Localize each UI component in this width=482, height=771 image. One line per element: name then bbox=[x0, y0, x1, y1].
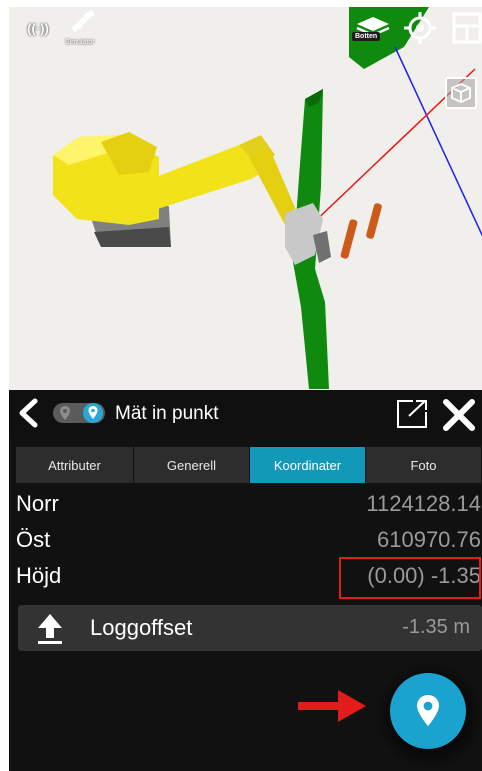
simulator-label: Simulator bbox=[65, 39, 95, 46]
toggle-knob bbox=[83, 403, 103, 423]
east-label: Öst bbox=[16, 527, 51, 552]
red-arrow-annotation bbox=[298, 690, 366, 722]
app-screen: ((·)) Simulator Botten Mät in punkt Attr… bbox=[9, 7, 482, 771]
open-external-icon bbox=[397, 400, 427, 428]
close-icon bbox=[443, 399, 475, 431]
logoffset-row[interactable]: Loggoffset -1.35 m bbox=[18, 605, 482, 651]
measure-point-button[interactable] bbox=[390, 673, 466, 749]
panel-header: Mät in punkt bbox=[9, 390, 482, 436]
gnss-signal-icon[interactable]: ((·)) bbox=[17, 11, 59, 45]
north-value: 1124128.14 bbox=[366, 491, 481, 516]
height-label: Höjd bbox=[16, 563, 62, 588]
panels-icon[interactable] bbox=[451, 11, 482, 45]
map-pin-icon bbox=[88, 406, 98, 419]
scene-canvas bbox=[53, 7, 482, 389]
height-highlight-box bbox=[339, 557, 481, 599]
logoffset-label: Loggoffset bbox=[90, 615, 193, 640]
map-pin-icon bbox=[417, 695, 439, 726]
layer-badge: Botten bbox=[352, 32, 381, 41]
tab-attributer[interactable]: Attributer bbox=[16, 447, 134, 483]
pin-outline-icon bbox=[60, 406, 70, 420]
close-button[interactable] bbox=[441, 398, 477, 432]
east-value: 610970.76 bbox=[377, 527, 481, 552]
east-row: Öst 610970.76 bbox=[9, 524, 482, 558]
locate-target-icon[interactable] bbox=[403, 11, 437, 45]
chevron-left-icon bbox=[19, 398, 38, 428]
view-cube-icon[interactable] bbox=[445, 77, 477, 109]
map-3d-viewport[interactable]: ((·)) Simulator Botten bbox=[9, 7, 482, 390]
satellite-icon[interactable] bbox=[65, 9, 101, 37]
back-button[interactable] bbox=[15, 398, 43, 428]
tab-foto[interactable]: Foto bbox=[366, 447, 481, 483]
tab-bar: Attributer Generell Koordinater Foto bbox=[16, 447, 481, 483]
panel-title: Mät in punkt bbox=[115, 403, 219, 424]
north-label: Norr bbox=[16, 491, 59, 516]
mode-toggle[interactable] bbox=[53, 403, 105, 423]
logoffset-value: -1.35 m bbox=[402, 616, 470, 638]
upload-arrow-icon bbox=[38, 614, 62, 644]
north-row: Norr 1124128.14 bbox=[9, 488, 482, 522]
open-external-button[interactable] bbox=[395, 398, 429, 430]
tab-generell[interactable]: Generell bbox=[134, 447, 250, 483]
tab-koordinater[interactable]: Koordinater bbox=[250, 447, 366, 483]
